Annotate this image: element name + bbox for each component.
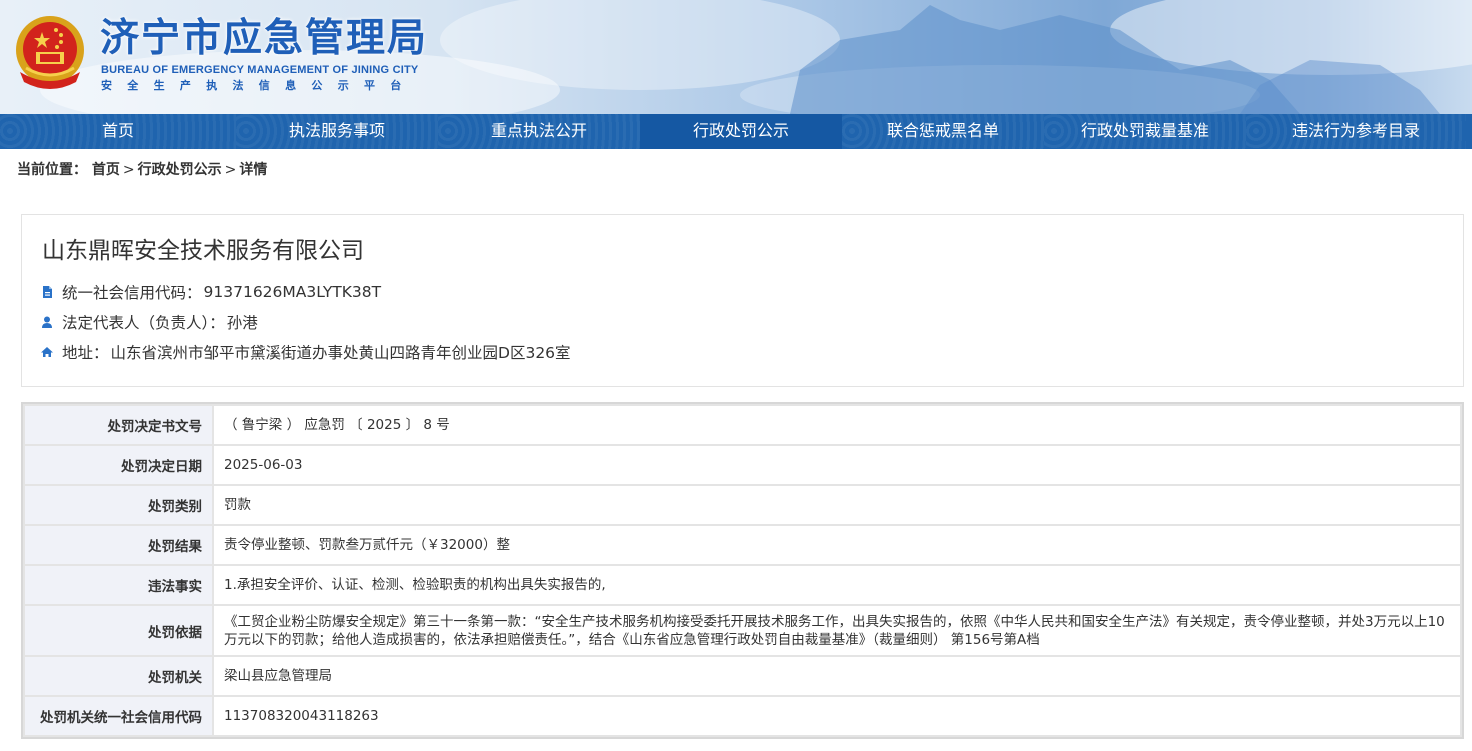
site-subtitle-cn: 安全生产执法信息公示平台 xyxy=(101,79,417,92)
table-row: 处罚类别 罚款 xyxy=(23,484,1462,526)
company-name: 山东鼎晖安全技术服务有限公司 xyxy=(42,238,364,264)
main-nav: 首页 执法服务事项 重点执法公开 行政处罚公示 联合惩戒黑名单 行政处罚裁量基准… xyxy=(0,114,1472,149)
row-label: 处罚机关 xyxy=(23,655,214,697)
row-value: 罚款 xyxy=(212,484,1462,526)
credit-code-label: 统一社会信用代码： xyxy=(62,284,202,302)
table-row: 违法事实 1.承担安全评价、认证、检测、检验职责的机构出具失实报告的, xyxy=(23,564,1462,606)
address-label: 地址： xyxy=(62,344,109,362)
row-label: 处罚机关统一社会信用代码 xyxy=(23,695,214,737)
user-icon xyxy=(42,316,52,328)
credit-code-value: 91371626MA3LYTK38T xyxy=(203,283,382,301)
nav-item-home[interactable]: 首页 xyxy=(0,114,236,149)
nav-item-discretion-standard[interactable]: 行政处罚裁量基准 xyxy=(1044,114,1246,149)
row-value: 《工贸企业粉尘防爆安全规定》第三十一条第一款：“安全生产技术服务机构接受委托开展… xyxy=(212,604,1462,657)
company-card: 山东鼎晖安全技术服务有限公司 统一社会信用代码： 91371626MA3LYTK… xyxy=(21,214,1464,387)
national-emblem-icon xyxy=(16,16,84,89)
row-value: （ 鲁宁梁 ） 应急罚 〔 2025 〕 8 号 xyxy=(212,404,1462,446)
breadcrumb-home-link[interactable]: 首页 xyxy=(92,162,120,178)
address-value: 山东省滨州市邹平市黛溪街道办事处黄山四路青年创业园D区326室 xyxy=(110,344,571,362)
nav-item-enforcement-services[interactable]: 执法服务事项 xyxy=(236,114,438,149)
table-row: 处罚决定日期 2025-06-03 xyxy=(23,444,1462,486)
table-row: 处罚结果 责令停业整顿、罚款叁万贰仟元（￥32000）整 xyxy=(23,524,1462,566)
breadcrumb: 当前位置： 首页 > 行政处罚公示 > 详情 xyxy=(17,159,267,179)
document-icon xyxy=(43,286,52,298)
breadcrumb-separator: > xyxy=(224,162,237,178)
site-subtitle-en: BUREAU OF EMERGENCY MANAGEMENT OF JINING… xyxy=(101,64,419,76)
header-banner: 济宁市应急管理局 BUREAU OF EMERGENCY MANAGEMENT … xyxy=(0,0,1472,114)
row-label: 处罚依据 xyxy=(23,604,214,657)
legal-person-value: 孙港 xyxy=(226,314,258,332)
legal-person-row: 法定代表人（负责人）： 孙港 xyxy=(40,311,258,333)
row-label: 处罚结果 xyxy=(23,524,214,566)
table-row: 处罚机关 梁山县应急管理局 xyxy=(23,655,1462,697)
breadcrumb-penalty-link[interactable]: 行政处罚公示 xyxy=(138,162,222,178)
row-label: 处罚类别 xyxy=(23,484,214,526)
nav-item-violation-catalog[interactable]: 违法行为参考目录 xyxy=(1246,114,1466,149)
penalty-detail-table: 处罚决定书文号 （ 鲁宁梁 ） 应急罚 〔 2025 〕 8 号 处罚决定日期 … xyxy=(21,402,1464,739)
row-value: 113708320043118263 xyxy=(212,695,1462,737)
home-icon xyxy=(41,347,53,357)
row-value: 2025-06-03 xyxy=(212,444,1462,486)
credit-code-row: 统一社会信用代码： 91371626MA3LYTK38T xyxy=(40,281,381,303)
breadcrumb-prefix: 当前位置： xyxy=(17,162,87,178)
row-label: 违法事实 xyxy=(23,564,214,606)
row-label: 处罚决定书文号 xyxy=(23,404,214,446)
nav-item-blacklist[interactable]: 联合惩戒黑名单 xyxy=(842,114,1044,149)
table-row: 处罚机关统一社会信用代码 113708320043118263 xyxy=(23,695,1462,737)
table-row: 处罚决定书文号 （ 鲁宁梁 ） 应急罚 〔 2025 〕 8 号 xyxy=(23,404,1462,446)
row-value: 责令停业整顿、罚款叁万贰仟元（￥32000）整 xyxy=(212,524,1462,566)
nav-item-penalty-disclosure[interactable]: 行政处罚公示 xyxy=(640,114,842,149)
nav-item-key-enforcement[interactable]: 重点执法公开 xyxy=(438,114,640,149)
row-label: 处罚决定日期 xyxy=(23,444,214,486)
breadcrumb-separator: > xyxy=(122,162,135,178)
address-row: 地址： 山东省滨州市邹平市黛溪街道办事处黄山四路青年创业园D区326室 xyxy=(40,341,571,363)
table-row: 处罚依据 《工贸企业粉尘防爆安全规定》第三十一条第一款：“安全生产技术服务机构接… xyxy=(23,604,1462,657)
row-value: 1.承担安全评价、认证、检测、检验职责的机构出具失实报告的, xyxy=(212,564,1462,606)
site-title: 济宁市应急管理局 xyxy=(100,16,429,61)
row-value: 梁山县应急管理局 xyxy=(212,655,1462,697)
breadcrumb-current: 详情 xyxy=(239,162,268,178)
legal-person-label: 法定代表人（负责人）： xyxy=(62,314,225,332)
